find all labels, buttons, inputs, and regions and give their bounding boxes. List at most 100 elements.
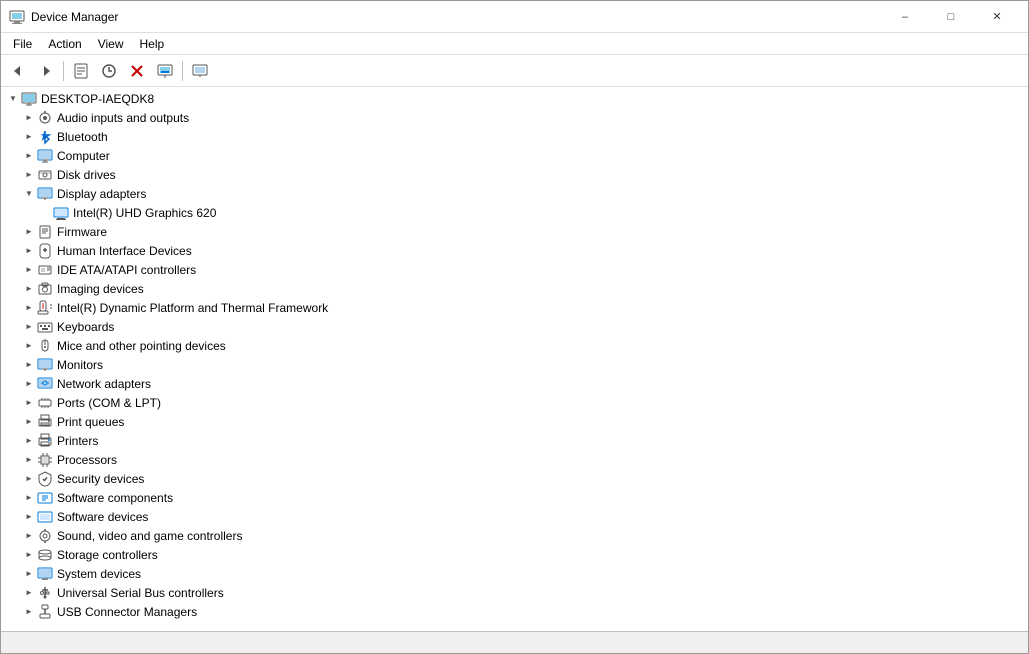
firmware-expand-icon[interactable]: ► [21,224,37,240]
display-icon [192,63,208,79]
tree-firmware[interactable]: ► Firmware [1,222,1028,241]
toolbar-back[interactable] [5,59,31,83]
tree-system[interactable]: ► System devices [1,564,1028,583]
ports-expand-icon[interactable]: ► [21,395,37,411]
tree-display[interactable]: ▼ Display adapters [1,184,1028,203]
toolbar-scan[interactable] [152,59,178,83]
tree-usb-connector[interactable]: ► USB Connector Managers [1,602,1028,621]
audio-icon [37,110,53,126]
bluetooth-icon [37,129,53,145]
toolbar-properties[interactable] [68,59,94,83]
tree-security[interactable]: ► Security devices [1,469,1028,488]
ide-expand-icon[interactable]: ► [21,262,37,278]
usb-connector-expand-icon[interactable]: ► [21,604,37,620]
ports-icon [37,395,53,411]
tree-disk[interactable]: ► Disk drives [1,165,1028,184]
tree-printers[interactable]: ► Printers [1,431,1028,450]
tree-monitors[interactable]: ► Monitors [1,355,1028,374]
firmware-icon [37,224,53,240]
mice-label: Mice and other pointing devices [57,339,226,353]
display-label: Display adapters [57,187,146,201]
toolbar-update[interactable] [96,59,122,83]
tree-intel-thermal[interactable]: ► Intel(R) Dynamic Platform and Thermal … [1,298,1028,317]
tree-audio[interactable]: ► Audio inputs and outputs [1,108,1028,127]
keyboards-icon [37,319,53,335]
software-devices-label: Software devices [57,510,148,524]
ports-label: Ports (COM & LPT) [57,396,161,410]
keyboards-label: Keyboards [57,320,114,334]
main-window: Device Manager – □ ✕ File Action View He… [0,0,1029,654]
sound-expand-icon[interactable]: ► [21,528,37,544]
storage-expand-icon[interactable]: ► [21,547,37,563]
window-controls: – □ ✕ [882,1,1020,33]
toolbar-forward[interactable] [33,59,59,83]
tree-computer[interactable]: ► Computer [1,146,1028,165]
tree-processors[interactable]: ► Processors [1,450,1028,469]
maximize-button[interactable]: □ [928,1,974,33]
disk-expand-icon[interactable]: ► [21,167,37,183]
tree-ide[interactable]: ► IDE ATA/ATAPI controllers [1,260,1028,279]
imaging-label: Imaging devices [57,282,144,296]
tree-usb[interactable]: ► Universal Serial Bus controllers [1,583,1028,602]
menu-bar: File Action View Help [1,33,1028,55]
close-button[interactable]: ✕ [974,1,1020,33]
tree-bluetooth[interactable]: ► Bluetooth [1,127,1028,146]
toolbar-uninstall[interactable] [124,59,150,83]
tree-mice[interactable]: ► Mice and other pointing devices [1,336,1028,355]
tree-view[interactable]: ▼ DESKTOP-IAEQDK8 ► [1,87,1028,631]
display-expand-icon[interactable]: ▼ [21,186,37,202]
security-expand-icon[interactable]: ► [21,471,37,487]
menu-file[interactable]: File [5,35,40,53]
printers-expand-icon[interactable]: ► [21,433,37,449]
monitors-icon [37,357,53,373]
imaging-expand-icon[interactable]: ► [21,281,37,297]
monitors-expand-icon[interactable]: ► [21,357,37,373]
toolbar-display[interactable] [187,59,213,83]
tree-hid[interactable]: ► Human Interface Devices [1,241,1028,260]
update-icon [101,63,117,79]
usb-expand-icon[interactable]: ► [21,585,37,601]
processors-expand-icon[interactable]: ► [21,452,37,468]
tree-sound[interactable]: ► Sound, video and game controllers [1,526,1028,545]
audio-expand-icon[interactable]: ► [21,110,37,126]
tree-keyboards[interactable]: ► Keyboards [1,317,1028,336]
intel-thermal-expand-icon[interactable]: ► [21,300,37,316]
tree-root[interactable]: ▼ DESKTOP-IAEQDK8 [1,89,1028,108]
firmware-label: Firmware [57,225,107,239]
intel-gpu-label: Intel(R) UHD Graphics 620 [73,206,216,220]
print-queues-expand-icon[interactable]: ► [21,414,37,430]
tree-print-queues[interactable]: ► Print queues [1,412,1028,431]
root-expand-icon[interactable]: ▼ [5,91,21,107]
tree-imaging[interactable]: ► Imaging devices [1,279,1028,298]
network-expand-icon[interactable]: ► [21,376,37,392]
menu-action[interactable]: Action [40,35,89,53]
bluetooth-expand-icon[interactable]: ► [21,129,37,145]
print-queues-label: Print queues [57,415,124,429]
system-expand-icon[interactable]: ► [21,566,37,582]
tree-storage[interactable]: ► Storage controllers [1,545,1028,564]
menu-help[interactable]: Help [132,35,173,53]
hid-label: Human Interface Devices [57,244,192,258]
tree-network[interactable]: ► Network adapters [1,374,1028,393]
computer-icon [21,91,37,107]
minimize-button[interactable]: – [882,1,928,33]
tree-intel-gpu[interactable]: ► Intel(R) UHD Graphics 620 [1,203,1028,222]
tree-ports[interactable]: ► Ports (COM & LPT) [1,393,1028,412]
tree-software-components[interactable]: ► Software components [1,488,1028,507]
usb-connector-label: USB Connector Managers [57,605,197,619]
software-components-expand-icon[interactable]: ► [21,490,37,506]
audio-label: Audio inputs and outputs [57,111,189,125]
print-queues-icon [37,414,53,430]
hid-expand-icon[interactable]: ► [21,243,37,259]
computer-expand-icon[interactable]: ► [21,148,37,164]
mice-expand-icon[interactable]: ► [21,338,37,354]
printers-icon [37,433,53,449]
imaging-icon [37,281,53,297]
tree-software-devices[interactable]: ► Software devices [1,507,1028,526]
menu-view[interactable]: View [90,35,132,53]
app-icon [9,9,25,25]
software-components-icon [37,490,53,506]
keyboards-expand-icon[interactable]: ► [21,319,37,335]
software-devices-expand-icon[interactable]: ► [21,509,37,525]
usb-label: Universal Serial Bus controllers [57,586,224,600]
